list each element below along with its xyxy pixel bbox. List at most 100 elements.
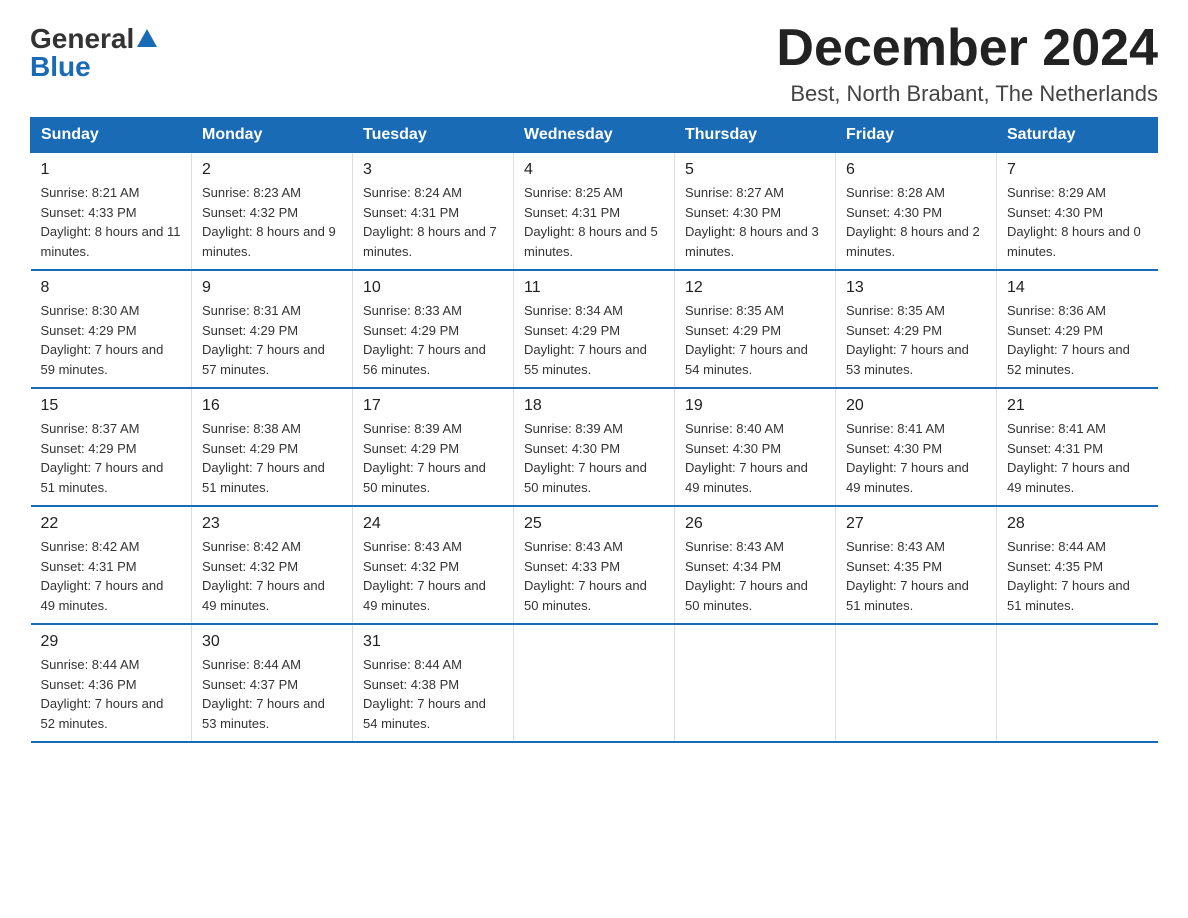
day-info: Sunrise: 8:42 AM Sunset: 4:32 PM Dayligh… — [202, 537, 342, 615]
calendar-cell: 4 Sunrise: 8:25 AM Sunset: 4:31 PM Dayli… — [514, 153, 675, 271]
day-info: Sunrise: 8:25 AM Sunset: 4:31 PM Dayligh… — [524, 183, 664, 261]
calendar-cell: 20 Sunrise: 8:41 AM Sunset: 4:30 PM Dayl… — [836, 388, 997, 506]
calendar-cell: 9 Sunrise: 8:31 AM Sunset: 4:29 PM Dayli… — [192, 270, 353, 388]
day-number: 11 — [524, 279, 664, 297]
calendar-cell: 15 Sunrise: 8:37 AM Sunset: 4:29 PM Dayl… — [31, 388, 192, 506]
day-info: Sunrise: 8:43 AM Sunset: 4:32 PM Dayligh… — [363, 537, 503, 615]
day-info: Sunrise: 8:39 AM Sunset: 4:30 PM Dayligh… — [524, 419, 664, 497]
day-number: 23 — [202, 515, 342, 533]
logo-general: General — [30, 25, 134, 53]
day-number: 12 — [685, 279, 825, 297]
calendar-cell: 23 Sunrise: 8:42 AM Sunset: 4:32 PM Dayl… — [192, 506, 353, 624]
calendar-cell: 14 Sunrise: 8:36 AM Sunset: 4:29 PM Dayl… — [997, 270, 1158, 388]
calendar-cell — [997, 624, 1158, 742]
day-info: Sunrise: 8:29 AM Sunset: 4:30 PM Dayligh… — [1007, 183, 1148, 261]
day-number: 30 — [202, 633, 342, 651]
day-number: 5 — [685, 161, 825, 179]
calendar-cell: 11 Sunrise: 8:34 AM Sunset: 4:29 PM Dayl… — [514, 270, 675, 388]
calendar-cell: 18 Sunrise: 8:39 AM Sunset: 4:30 PM Dayl… — [514, 388, 675, 506]
day-info: Sunrise: 8:36 AM Sunset: 4:29 PM Dayligh… — [1007, 301, 1148, 379]
weekday-header-thursday: Thursday — [675, 118, 836, 153]
day-number: 10 — [363, 279, 503, 297]
day-number: 19 — [685, 397, 825, 415]
day-number: 26 — [685, 515, 825, 533]
calendar-cell: 10 Sunrise: 8:33 AM Sunset: 4:29 PM Dayl… — [353, 270, 514, 388]
calendar-cell: 28 Sunrise: 8:44 AM Sunset: 4:35 PM Dayl… — [997, 506, 1158, 624]
calendar-cell: 19 Sunrise: 8:40 AM Sunset: 4:30 PM Dayl… — [675, 388, 836, 506]
day-number: 1 — [41, 161, 182, 179]
day-info: Sunrise: 8:28 AM Sunset: 4:30 PM Dayligh… — [846, 183, 986, 261]
day-info: Sunrise: 8:30 AM Sunset: 4:29 PM Dayligh… — [41, 301, 182, 379]
day-number: 31 — [363, 633, 503, 651]
calendar-cell: 22 Sunrise: 8:42 AM Sunset: 4:31 PM Dayl… — [31, 506, 192, 624]
calendar-subtitle: Best, North Brabant, The Netherlands — [776, 81, 1158, 107]
calendar-cell: 31 Sunrise: 8:44 AM Sunset: 4:38 PM Dayl… — [353, 624, 514, 742]
day-number: 20 — [846, 397, 986, 415]
day-info: Sunrise: 8:43 AM Sunset: 4:35 PM Dayligh… — [846, 537, 986, 615]
calendar-cell: 29 Sunrise: 8:44 AM Sunset: 4:36 PM Dayl… — [31, 624, 192, 742]
calendar-cell: 17 Sunrise: 8:39 AM Sunset: 4:29 PM Dayl… — [353, 388, 514, 506]
day-number: 28 — [1007, 515, 1148, 533]
calendar-cell: 16 Sunrise: 8:38 AM Sunset: 4:29 PM Dayl… — [192, 388, 353, 506]
calendar-cell: 25 Sunrise: 8:43 AM Sunset: 4:33 PM Dayl… — [514, 506, 675, 624]
day-info: Sunrise: 8:38 AM Sunset: 4:29 PM Dayligh… — [202, 419, 342, 497]
day-number: 2 — [202, 161, 342, 179]
calendar-cell: 7 Sunrise: 8:29 AM Sunset: 4:30 PM Dayli… — [997, 153, 1158, 271]
calendar-cell — [836, 624, 997, 742]
day-info: Sunrise: 8:35 AM Sunset: 4:29 PM Dayligh… — [685, 301, 825, 379]
calendar-week-row: 22 Sunrise: 8:42 AM Sunset: 4:31 PM Dayl… — [31, 506, 1158, 624]
title-block: December 2024 Best, North Brabant, The N… — [776, 20, 1158, 107]
day-info: Sunrise: 8:34 AM Sunset: 4:29 PM Dayligh… — [524, 301, 664, 379]
day-number: 21 — [1007, 397, 1148, 415]
day-number: 8 — [41, 279, 182, 297]
day-number: 4 — [524, 161, 664, 179]
day-info: Sunrise: 8:21 AM Sunset: 4:33 PM Dayligh… — [41, 183, 182, 261]
calendar-cell: 13 Sunrise: 8:35 AM Sunset: 4:29 PM Dayl… — [836, 270, 997, 388]
day-number: 15 — [41, 397, 182, 415]
day-number: 9 — [202, 279, 342, 297]
day-info: Sunrise: 8:43 AM Sunset: 4:33 PM Dayligh… — [524, 537, 664, 615]
calendar-cell: 1 Sunrise: 8:21 AM Sunset: 4:33 PM Dayli… — [31, 153, 192, 271]
calendar-cell: 8 Sunrise: 8:30 AM Sunset: 4:29 PM Dayli… — [31, 270, 192, 388]
day-info: Sunrise: 8:44 AM Sunset: 4:37 PM Dayligh… — [202, 655, 342, 733]
day-info: Sunrise: 8:42 AM Sunset: 4:31 PM Dayligh… — [41, 537, 182, 615]
calendar-cell — [675, 624, 836, 742]
weekday-header-wednesday: Wednesday — [514, 118, 675, 153]
day-number: 22 — [41, 515, 182, 533]
page-header: General Blue December 2024 Best, North B… — [30, 20, 1158, 107]
calendar-cell: 30 Sunrise: 8:44 AM Sunset: 4:37 PM Dayl… — [192, 624, 353, 742]
weekday-header-row: SundayMondayTuesdayWednesdayThursdayFrid… — [31, 118, 1158, 153]
day-number: 16 — [202, 397, 342, 415]
logo-blue: Blue — [30, 53, 91, 81]
day-info: Sunrise: 8:44 AM Sunset: 4:36 PM Dayligh… — [41, 655, 182, 733]
day-info: Sunrise: 8:31 AM Sunset: 4:29 PM Dayligh… — [202, 301, 342, 379]
day-number: 18 — [524, 397, 664, 415]
calendar-cell: 5 Sunrise: 8:27 AM Sunset: 4:30 PM Dayli… — [675, 153, 836, 271]
calendar-week-row: 29 Sunrise: 8:44 AM Sunset: 4:36 PM Dayl… — [31, 624, 1158, 742]
logo: General Blue — [30, 25, 157, 81]
day-info: Sunrise: 8:39 AM Sunset: 4:29 PM Dayligh… — [363, 419, 503, 497]
day-number: 27 — [846, 515, 986, 533]
day-info: Sunrise: 8:23 AM Sunset: 4:32 PM Dayligh… — [202, 183, 342, 261]
day-info: Sunrise: 8:35 AM Sunset: 4:29 PM Dayligh… — [846, 301, 986, 379]
calendar-week-row: 1 Sunrise: 8:21 AM Sunset: 4:33 PM Dayli… — [31, 153, 1158, 271]
day-number: 29 — [41, 633, 182, 651]
calendar-cell: 6 Sunrise: 8:28 AM Sunset: 4:30 PM Dayli… — [836, 153, 997, 271]
day-number: 17 — [363, 397, 503, 415]
calendar-title: December 2024 — [776, 20, 1158, 77]
day-info: Sunrise: 8:41 AM Sunset: 4:31 PM Dayligh… — [1007, 419, 1148, 497]
day-info: Sunrise: 8:27 AM Sunset: 4:30 PM Dayligh… — [685, 183, 825, 261]
day-info: Sunrise: 8:43 AM Sunset: 4:34 PM Dayligh… — [685, 537, 825, 615]
weekday-header-monday: Monday — [192, 118, 353, 153]
day-info: Sunrise: 8:37 AM Sunset: 4:29 PM Dayligh… — [41, 419, 182, 497]
day-number: 7 — [1007, 161, 1148, 179]
day-number: 14 — [1007, 279, 1148, 297]
logo-triangle-icon — [137, 27, 157, 47]
calendar-table: SundayMondayTuesdayWednesdayThursdayFrid… — [30, 117, 1158, 743]
day-number: 13 — [846, 279, 986, 297]
day-info: Sunrise: 8:24 AM Sunset: 4:31 PM Dayligh… — [363, 183, 503, 261]
calendar-cell: 26 Sunrise: 8:43 AM Sunset: 4:34 PM Dayl… — [675, 506, 836, 624]
weekday-header-saturday: Saturday — [997, 118, 1158, 153]
day-number: 3 — [363, 161, 503, 179]
calendar-cell: 12 Sunrise: 8:35 AM Sunset: 4:29 PM Dayl… — [675, 270, 836, 388]
